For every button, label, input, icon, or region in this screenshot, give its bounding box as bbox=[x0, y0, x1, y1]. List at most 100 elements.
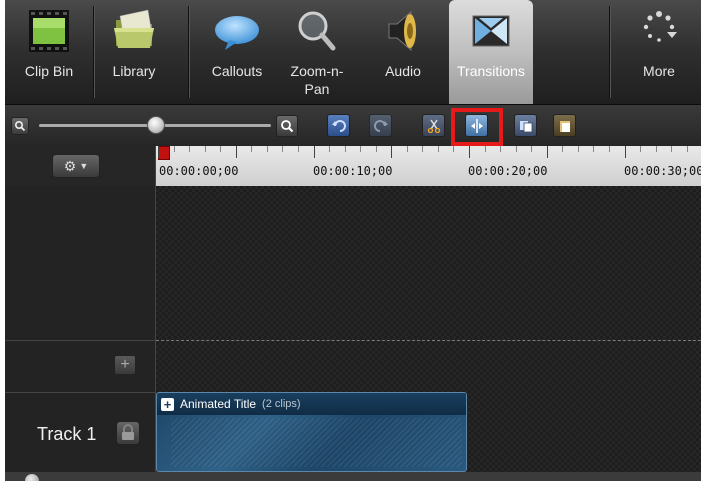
ruler-tick bbox=[469, 146, 470, 158]
ruler-tick bbox=[640, 146, 642, 152]
timeline-header-left: ⚙ ▼ bbox=[5, 146, 156, 186]
paste-button[interactable] bbox=[553, 114, 576, 137]
tool-tabs-bar: Clip Bin Library Callouts Zoom-n- Pan Au… bbox=[5, 0, 701, 105]
ruler-tick bbox=[453, 146, 455, 152]
ruler-tick bbox=[624, 146, 626, 158]
tab-label: Callouts bbox=[211, 63, 263, 79]
redo-button[interactable] bbox=[369, 114, 392, 137]
tab-separator bbox=[609, 6, 610, 98]
plus-icon: + bbox=[120, 356, 130, 373]
ruler-tick bbox=[375, 146, 377, 152]
scrollbar-thumb[interactable] bbox=[25, 474, 39, 481]
timeline-settings-button[interactable]: ⚙ ▼ bbox=[52, 154, 100, 178]
undo-button[interactable] bbox=[327, 114, 350, 137]
zoom-in-button[interactable] bbox=[276, 115, 298, 137]
ruler-tick bbox=[204, 146, 206, 152]
tab-label: Transitions bbox=[457, 63, 525, 79]
tab-more[interactable]: More bbox=[623, 0, 695, 104]
scissors-icon bbox=[427, 119, 440, 133]
ruler-tick bbox=[437, 146, 439, 152]
redo-icon bbox=[373, 119, 388, 132]
tab-callouts[interactable]: Callouts bbox=[201, 0, 273, 104]
ruler-tick bbox=[686, 146, 688, 152]
track-drop-line bbox=[156, 340, 701, 341]
tab-label: More bbox=[643, 63, 675, 79]
ruler-tick bbox=[235, 146, 237, 158]
ruler-tick bbox=[251, 146, 253, 152]
ruler-tick bbox=[360, 146, 362, 152]
magnifier-icon bbox=[289, 4, 345, 58]
add-track-button[interactable]: + bbox=[114, 355, 136, 375]
tab-label: Audio bbox=[385, 63, 421, 79]
chevron-down-icon: ▼ bbox=[79, 161, 89, 171]
ruler-tick bbox=[531, 146, 533, 152]
tab-library[interactable]: Library bbox=[94, 0, 174, 104]
paste-icon bbox=[559, 120, 570, 132]
playhead-marker[interactable] bbox=[158, 146, 170, 160]
speech-bubble-icon bbox=[209, 4, 265, 58]
ruler-tick bbox=[671, 146, 673, 152]
tab-label: Clip Bin bbox=[24, 63, 74, 79]
cut-button[interactable] bbox=[422, 114, 445, 137]
lock-icon bbox=[122, 424, 134, 440]
zoom-out-button[interactable] bbox=[11, 117, 29, 135]
timecode-label: 00:00:30;00 bbox=[624, 164, 701, 178]
tab-label: Library bbox=[112, 63, 156, 79]
ruler-tick bbox=[422, 146, 424, 152]
ruler-tick bbox=[220, 146, 222, 152]
copy-button[interactable] bbox=[514, 114, 537, 137]
ruler-tick bbox=[577, 146, 579, 152]
film-thumbnail-icon bbox=[21, 4, 77, 58]
tab-transitions[interactable]: Transitions bbox=[449, 0, 533, 104]
timecode-label: 00:00:20;00 bbox=[468, 164, 548, 178]
speaker-icon bbox=[375, 4, 431, 58]
gear-icon: ⚙ bbox=[63, 157, 77, 174]
ruler-tick bbox=[173, 146, 175, 152]
clip-header: + Animated Title (2 clips) bbox=[157, 393, 466, 415]
timecode-label: 00:00:00;00 bbox=[159, 164, 239, 178]
ruler-tick bbox=[593, 146, 595, 152]
ruler-tick bbox=[484, 146, 486, 152]
zoom-out-icon bbox=[14, 120, 26, 132]
tab-label: Zoom-n- Pan bbox=[290, 63, 344, 97]
zoom-in-icon bbox=[281, 120, 294, 133]
time-ruler[interactable]: 00:00:00;00 00:00:10;00 00:00:20;00 00:0… bbox=[156, 146, 701, 186]
ruler-tick bbox=[313, 146, 315, 158]
ruler-tick bbox=[391, 146, 393, 158]
ruler-tick bbox=[189, 146, 191, 152]
zoom-slider-knob[interactable] bbox=[147, 116, 165, 134]
track-lock-button[interactable] bbox=[116, 421, 140, 445]
ruler-tick bbox=[406, 146, 408, 152]
tab-separator bbox=[188, 6, 189, 98]
folder-icon bbox=[106, 4, 162, 58]
ruler-tick bbox=[655, 146, 657, 152]
copy-icon bbox=[519, 120, 532, 132]
divider bbox=[5, 392, 155, 393]
ruler-tick bbox=[608, 146, 610, 152]
tab-clip-bin[interactable]: Clip Bin bbox=[5, 0, 93, 104]
track-label: Track 1 bbox=[37, 424, 97, 444]
undo-icon bbox=[331, 119, 346, 132]
more-dots-icon bbox=[631, 4, 687, 58]
ruler-tick bbox=[515, 146, 517, 152]
split-highlight-box bbox=[451, 108, 503, 146]
ruler-tick bbox=[297, 146, 299, 152]
ruler-tick bbox=[329, 146, 331, 152]
clip-count: (2 clips) bbox=[262, 398, 301, 410]
divider bbox=[5, 340, 155, 341]
timecode-label: 00:00:10;00 bbox=[313, 164, 393, 178]
camtasia-editor: Clip Bin Library Callouts Zoom-n- Pan Au… bbox=[5, 0, 701, 481]
ruler-tick bbox=[562, 146, 564, 152]
tab-zoom-n-pan[interactable]: Zoom-n- Pan bbox=[281, 0, 353, 104]
ruler-tick bbox=[266, 146, 268, 152]
ruler-tick bbox=[500, 146, 502, 152]
timeline-clip-group[interactable]: + Animated Title (2 clips) bbox=[156, 392, 467, 472]
ruler-tick bbox=[344, 146, 346, 152]
horizontal-scrollbar[interactable] bbox=[5, 472, 701, 481]
clip-body bbox=[171, 418, 462, 467]
clip-title: Animated Title bbox=[180, 397, 257, 411]
tab-audio[interactable]: Audio bbox=[367, 0, 439, 104]
ruler-tick bbox=[282, 146, 284, 152]
expand-group-icon[interactable]: + bbox=[161, 397, 174, 411]
ruler-tick bbox=[546, 146, 548, 158]
